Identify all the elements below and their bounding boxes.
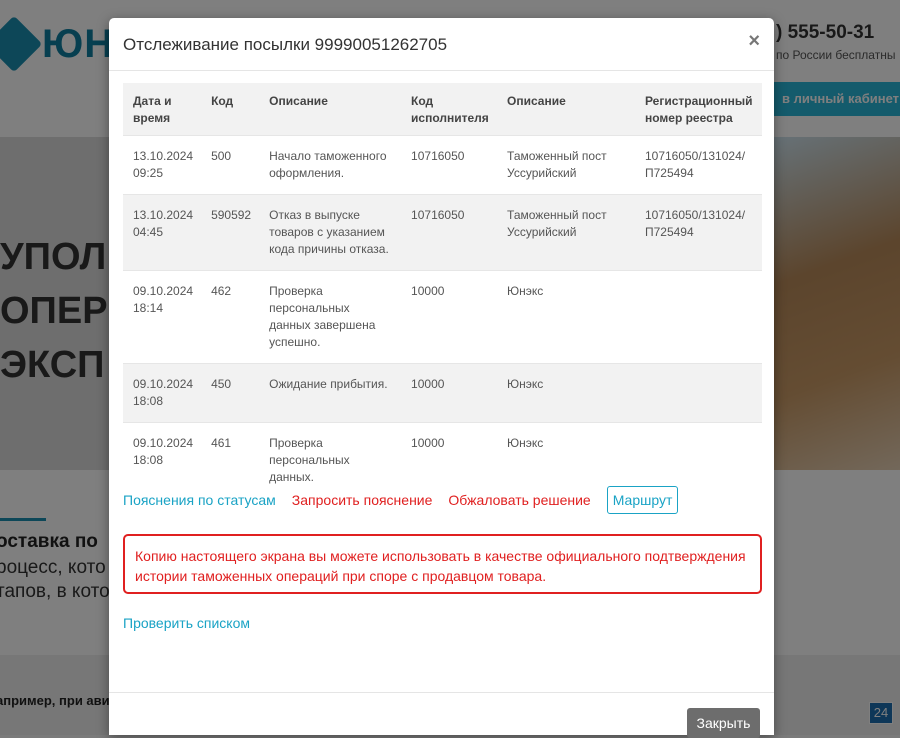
table-row: 13.10.2024 09:25 500 Начало таможенного … [123, 135, 762, 195]
modal-title: Отслеживание посылки 99990051262705 [123, 35, 448, 54]
tracking-table: Дата и время Код Описание Код исполнител… [123, 83, 762, 498]
close-button[interactable]: Закрыть [687, 708, 760, 738]
cell-executor-code: 10716050 [411, 149, 465, 163]
cell-executor: Юнэкс [507, 284, 544, 298]
close-icon[interactable]: × [748, 31, 760, 51]
cell-registry [635, 271, 762, 364]
table-row: 09.10.2024 18:08 450 Ожидание прибытия. … [123, 363, 762, 423]
status-help-link[interactable]: Пояснения по статусам [123, 492, 276, 508]
cell-executor: Таможенный пост Уссурийский [507, 149, 607, 180]
cell-code: 450 [211, 377, 232, 391]
cell-registry: 10716050/131024/ П725494 [644, 208, 746, 239]
cell-registry [635, 364, 762, 423]
column-header: Код исполнителя [411, 94, 489, 125]
cell-description: Проверка персональных данных завершена у… [269, 284, 376, 349]
column-header: Код [211, 94, 234, 108]
cell-executor: Таможенный пост Уссурийский [507, 208, 607, 239]
cell-code: 462 [211, 284, 232, 298]
modal-footer-divider [109, 692, 774, 693]
cell-datetime: 09.10.2024 18:14 [133, 284, 194, 315]
appeal-decision-link[interactable]: Обжаловать решение [448, 492, 590, 508]
cell-executor-code: 10000 [411, 377, 445, 391]
cell-description: Ожидание прибытия. [269, 377, 388, 391]
modal-header: Отслеживание посылки 99990051262705 × [109, 18, 774, 71]
table-header-row: Дата и время Код Описание Код исполнител… [123, 83, 762, 136]
cell-executor-code: 10000 [411, 284, 445, 298]
column-header: Описание [269, 94, 328, 108]
table-row: 09.10.2024 18:14 462 Проверка персональн… [123, 270, 762, 364]
route-button[interactable]: Маршрут [606, 486, 679, 514]
cell-registry: 10716050/131024/ П725494 [644, 149, 746, 180]
check-list-link[interactable]: Проверить списком [123, 615, 250, 631]
modal-links: Пояснения по статусам Запросить пояснени… [123, 486, 679, 514]
official-notice-alert: Копию настоящего экрана вы можете исполь… [123, 534, 762, 594]
tracking-modal: Отслеживание посылки 99990051262705 × Да… [109, 18, 774, 738]
cell-executor-code: 10716050 [411, 208, 465, 222]
request-explanation-link[interactable]: Запросить пояснение [292, 492, 433, 508]
column-header: Регистрационный номер реестра [644, 94, 753, 125]
table-row: 13.10.2024 04:45 590592 Отказ в выпуске … [123, 194, 762, 271]
cell-code: 590592 [211, 208, 252, 222]
cell-executor: Юнэкс [507, 377, 544, 391]
column-header: Описание [507, 94, 566, 108]
cell-description: Начало таможенного оформления. [269, 149, 387, 180]
cell-datetime: 13.10.2024 04:45 [133, 208, 194, 239]
cell-datetime: 13.10.2024 09:25 [133, 149, 194, 180]
cell-datetime: 09.10.2024 18:08 [133, 377, 194, 408]
cell-description: Отказ в выпуске товаров с указанием кода… [269, 208, 389, 256]
column-header: Дата и время [133, 94, 172, 125]
cell-code: 500 [211, 149, 232, 163]
